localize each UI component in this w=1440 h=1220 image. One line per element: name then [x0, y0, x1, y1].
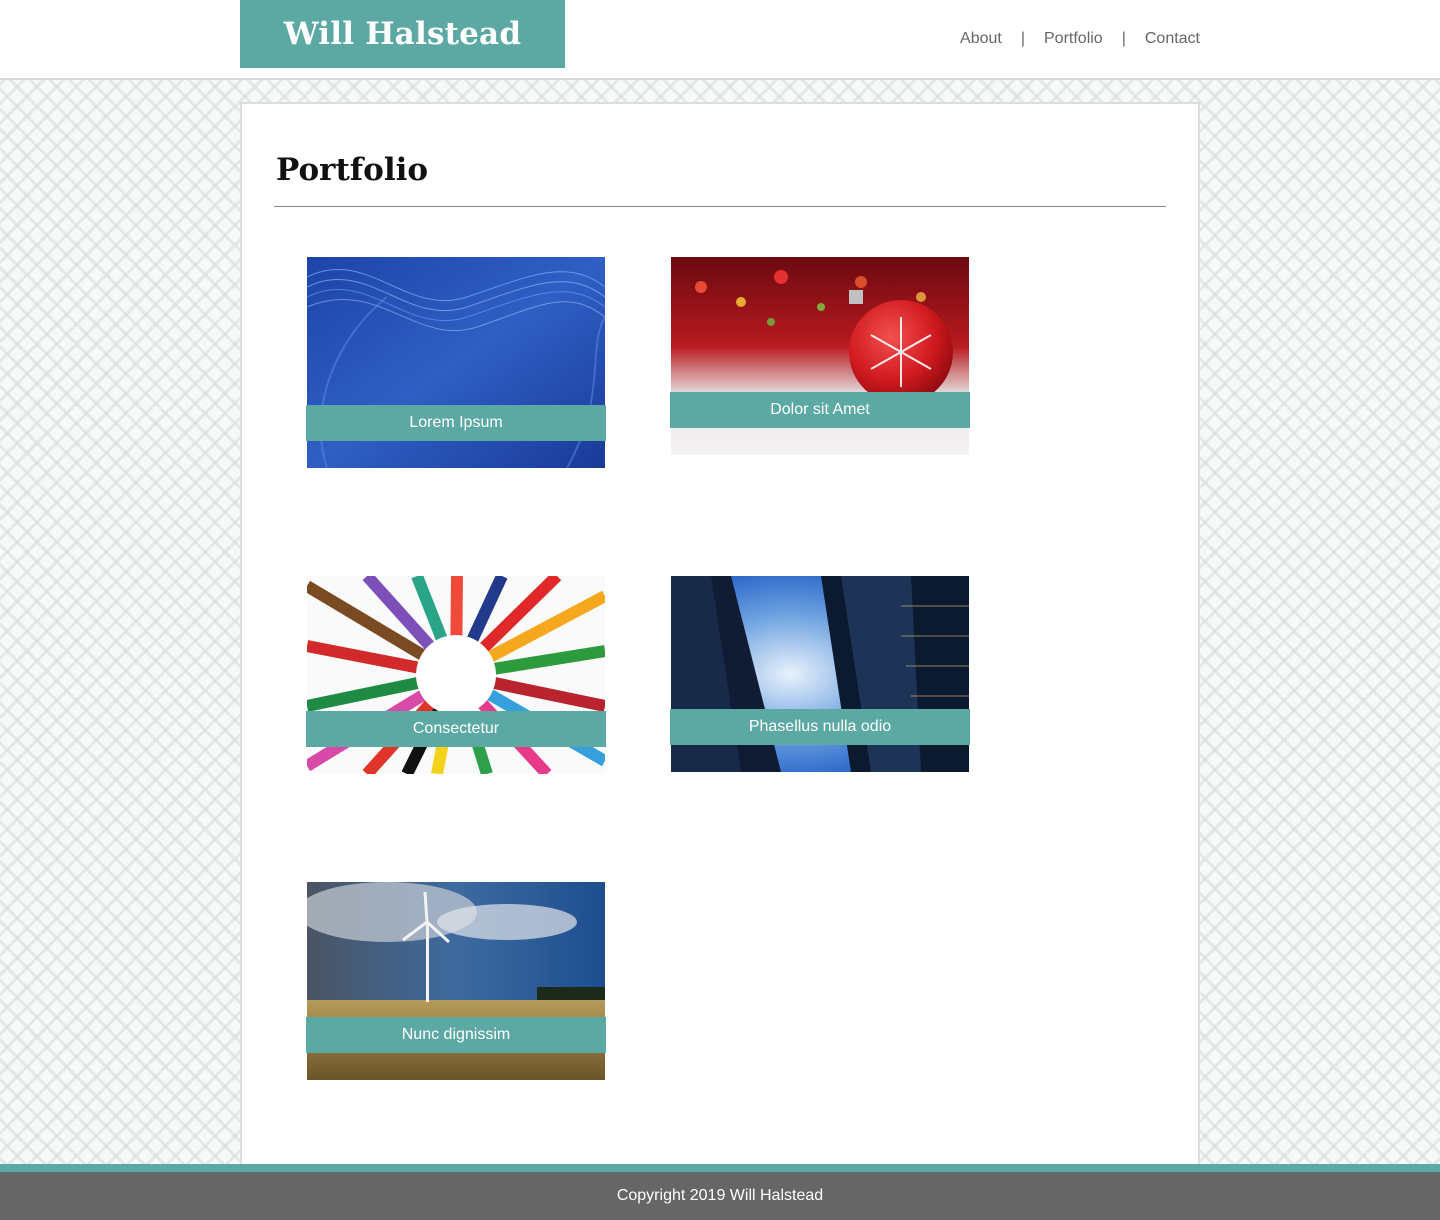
portfolio-caption[interactable]: Phasellus nulla odio — [670, 709, 970, 745]
site-logo[interactable]: Will Halstead — [240, 0, 565, 68]
nav-separator: | — [1020, 30, 1025, 47]
page-title: Portfolio — [276, 152, 429, 188]
portfolio-caption[interactable]: Consectetur — [306, 711, 606, 747]
portfolio-caption[interactable]: Nunc dignissim — [306, 1017, 606, 1053]
site-footer: Copyright 2019 Will Halstead — [0, 1172, 1440, 1220]
portfolio-item-consectetur[interactable]: Consectetur — [306, 576, 606, 774]
nav-separator: | — [1121, 30, 1126, 47]
site-header: Will Halstead About | Portfolio | Contac… — [0, 0, 1440, 80]
nav-link-portfolio[interactable]: Portfolio — [1044, 30, 1103, 48]
portfolio-caption[interactable]: Lorem Ipsum — [306, 405, 606, 441]
portfolio-caption[interactable]: Dolor sit Amet — [670, 392, 970, 428]
portfolio-item-phasellus-nulla-odio[interactable]: Phasellus nulla odio — [670, 576, 970, 772]
nav-link-about[interactable]: About — [960, 30, 1002, 48]
copyright-text: Copyright 2019 Will Halstead — [616, 1187, 824, 1204]
nav-link-contact[interactable]: Contact — [1145, 30, 1200, 48]
portfolio-item-dolor-sit-amet[interactable]: Dolor sit Amet — [670, 257, 970, 455]
main-content: Portfolio Lorem Ipsum Dolor sit Amet Con… — [240, 102, 1200, 1182]
footer-accent-stripe — [0, 1164, 1440, 1172]
portfolio-item-lorem-ipsum[interactable]: Lorem Ipsum — [306, 257, 606, 469]
portfolio-item-nunc-dignissim[interactable]: Nunc dignissim — [306, 882, 606, 1080]
main-nav: About | Portfolio | Contact — [960, 28, 1200, 50]
title-divider — [274, 206, 1166, 207]
